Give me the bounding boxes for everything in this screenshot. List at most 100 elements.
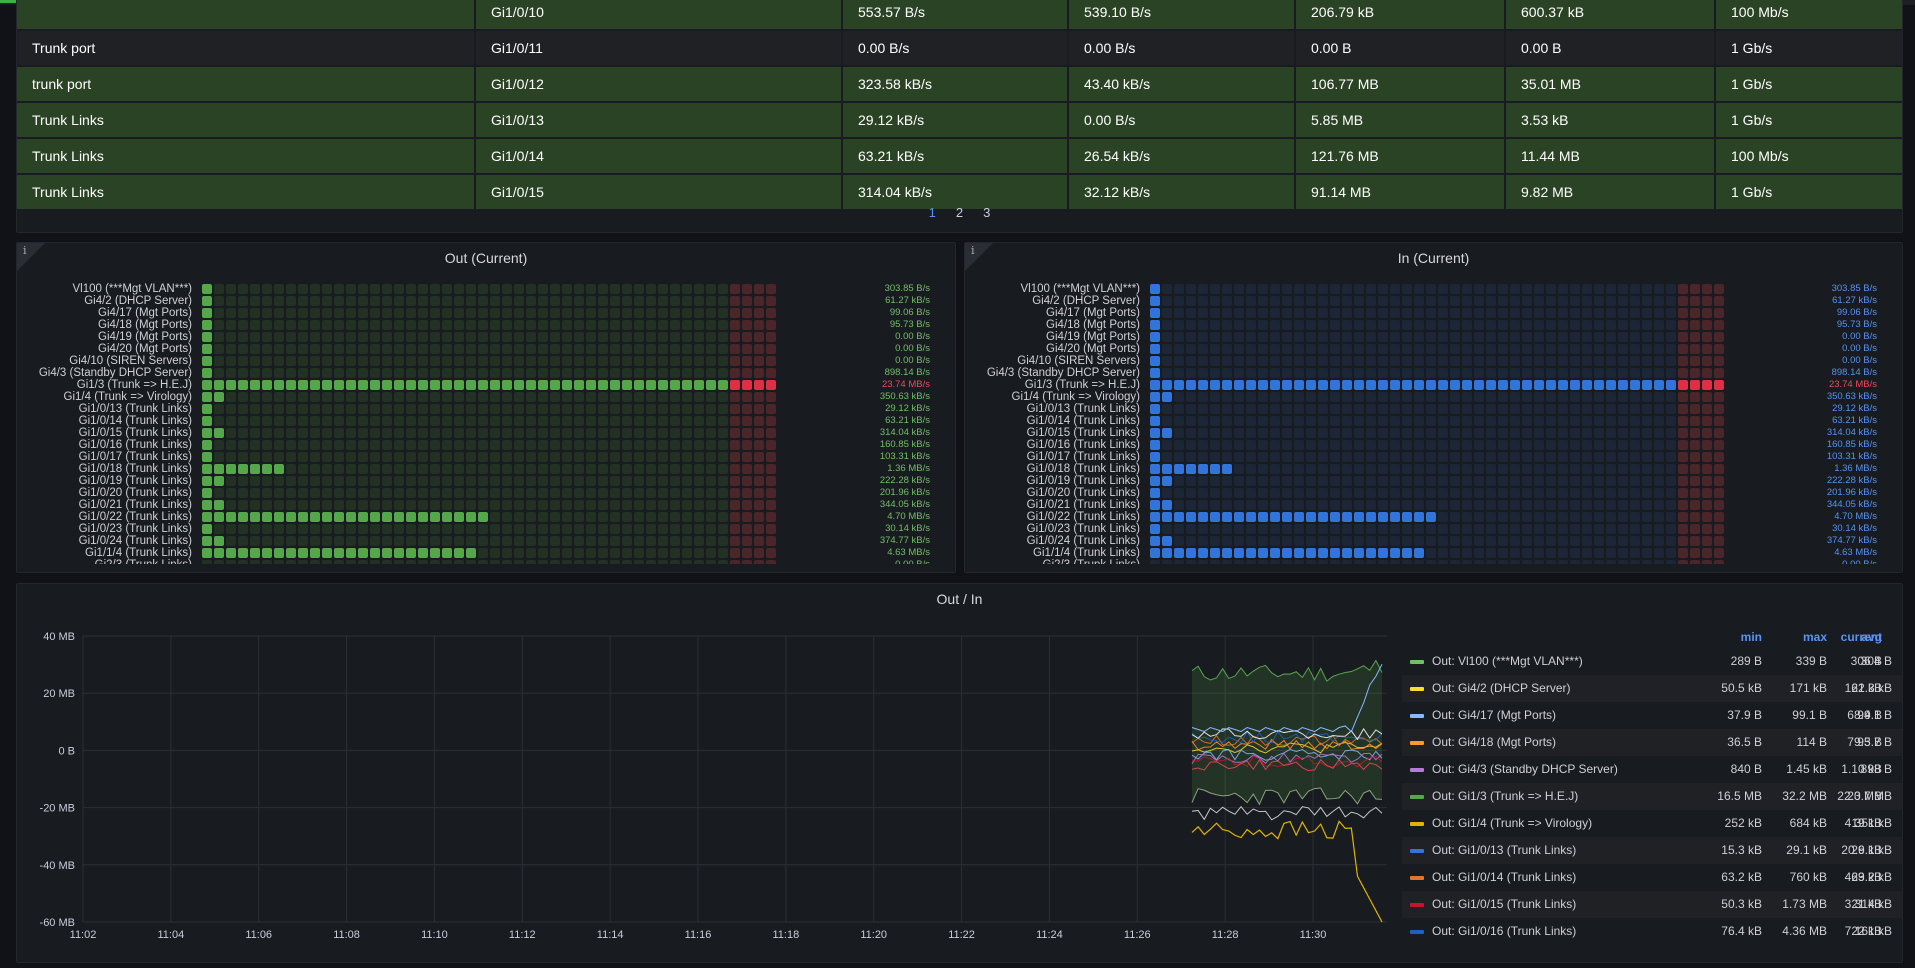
table-row[interactable]: Trunk Links Gi1/0/13 29.12 kB/s 0.00 B/s 5.8… bbox=[17, 103, 1902, 137]
legend-current-value: 898 B bbox=[1860, 762, 1892, 776]
status-cell-row[interactable] bbox=[202, 403, 778, 415]
status-cell-row[interactable] bbox=[1150, 403, 1726, 415]
status-cell-row[interactable] bbox=[1150, 535, 1726, 547]
status-cell-row[interactable] bbox=[202, 475, 778, 487]
status-cell-row[interactable] bbox=[202, 463, 778, 475]
status-row-value: 350.63 kB/s bbox=[879, 391, 930, 402]
status-cell-row[interactable] bbox=[202, 427, 778, 439]
status-cell-row[interactable] bbox=[1150, 475, 1726, 487]
legend-max-header[interactable]: max bbox=[1767, 630, 1827, 644]
status-cell-row[interactable] bbox=[1150, 295, 1726, 307]
status-cell-row[interactable] bbox=[1150, 427, 1726, 439]
status-cell-row[interactable] bbox=[1150, 367, 1726, 379]
status-row-value: 0.00 B/s bbox=[1842, 355, 1877, 366]
panel-title[interactable]: In (Current) bbox=[965, 250, 1902, 266]
legend-current-value: 304 B bbox=[1860, 654, 1892, 668]
legend-item[interactable]: Out: Gi4/17 (Mgt Ports) 37.9 B 99.1 B 68.4 … bbox=[1402, 702, 1902, 729]
legend-item[interactable]: Out: Gi1/0/15 (Trunk Links) 50.3 kB 1.73 M… bbox=[1402, 891, 1902, 918]
status-cell-row[interactable] bbox=[202, 283, 778, 295]
status-cell-row[interactable] bbox=[202, 391, 778, 403]
legend-series-name[interactable]: Out: Gi1/0/13 (Trunk Links) bbox=[1432, 837, 1576, 864]
status-cell-row[interactable] bbox=[202, 295, 778, 307]
status-cell-row[interactable] bbox=[1150, 391, 1726, 403]
status-cell-row[interactable] bbox=[202, 499, 778, 511]
status-cell-row[interactable] bbox=[1150, 283, 1726, 295]
legend-series-name[interactable]: Out: Gi1/0/15 (Trunk Links) bbox=[1432, 891, 1576, 918]
status-row-value: 61.27 kB/s bbox=[885, 295, 930, 306]
status-cell-row[interactable] bbox=[1150, 487, 1726, 499]
status-cell-row[interactable] bbox=[202, 331, 778, 343]
status-cell-row[interactable] bbox=[1150, 547, 1726, 559]
status-cell-row[interactable] bbox=[202, 547, 778, 559]
status-cell-row[interactable] bbox=[1150, 343, 1726, 355]
legend-item[interactable]: Out: Gi4/2 (DHCP Server) 50.5 kB 171 kB 122… bbox=[1402, 675, 1902, 702]
status-cell-row[interactable] bbox=[202, 307, 778, 319]
status-cell-row[interactable] bbox=[202, 379, 778, 391]
status-cell-row[interactable] bbox=[1150, 307, 1726, 319]
status-row-value: 0.00 B/s bbox=[1842, 331, 1877, 342]
legend-series-name[interactable]: Out: Gi4/3 (Standby DHCP Server) bbox=[1432, 756, 1618, 783]
legend-series-name[interactable]: Out: Vl100 (***Mgt VLAN***) bbox=[1432, 648, 1583, 675]
legend-item[interactable]: Out: Gi1/3 (Trunk => H.E.J) 16.5 MB 32.2 M… bbox=[1402, 783, 1902, 810]
legend-series-name[interactable]: Out: Gi4/2 (DHCP Server) bbox=[1432, 675, 1570, 702]
legend-item[interactable]: Out: Gi1/0/16 (Trunk Links) 76.4 kB 4.36 M… bbox=[1402, 918, 1902, 945]
table-row[interactable]: trunk port Gi1/0/12 323.58 kB/s 43.40 kB/s 1… bbox=[17, 67, 1902, 101]
status-cell-row[interactable] bbox=[202, 343, 778, 355]
status-cell-row[interactable] bbox=[1150, 355, 1726, 367]
status-row-label: Gi1/0/15 (Trunk Links) bbox=[78, 427, 192, 439]
table-row[interactable]: Trunk Links Gi1/0/14 63.21 kB/s 26.54 kB/s 1… bbox=[17, 139, 1902, 173]
panel-title[interactable]: Out (Current) bbox=[17, 250, 955, 266]
status-cell-row[interactable] bbox=[202, 511, 778, 523]
legend-min-value: 15.3 kB bbox=[1721, 843, 1762, 857]
status-cell-row[interactable] bbox=[202, 415, 778, 427]
legend-min-value: 50.3 kB bbox=[1721, 897, 1762, 911]
status-cell-row[interactable] bbox=[1150, 511, 1726, 523]
status-cell-row[interactable] bbox=[1150, 451, 1726, 463]
table-row[interactable]: Trunk Links Gi1/0/15 314.04 kB/s 32.12 kB/s… bbox=[17, 175, 1902, 209]
status-row-value: 160.85 kB/s bbox=[1826, 439, 1877, 450]
legend-item[interactable]: Out: Gi4/18 (Mgt Ports) 36.5 B 114 B 79.3 B… bbox=[1402, 729, 1902, 756]
legend-series-name[interactable]: Out: Gi4/18 (Mgt Ports) bbox=[1432, 729, 1556, 756]
page-button-1[interactable]: 1 bbox=[929, 205, 936, 220]
status-row-value: 29.12 kB/s bbox=[1832, 403, 1877, 414]
status-cell-row[interactable] bbox=[1150, 331, 1726, 343]
status-cell-row[interactable] bbox=[1150, 415, 1726, 427]
status-cell-row[interactable] bbox=[202, 319, 778, 331]
status-cell-row[interactable] bbox=[1150, 463, 1726, 475]
status-row-label: Gi1/0/14 (Trunk Links) bbox=[78, 415, 192, 427]
status-cell-row[interactable] bbox=[1150, 379, 1726, 391]
status-cell-row[interactable] bbox=[202, 355, 778, 367]
status-cell-row[interactable] bbox=[1150, 439, 1726, 451]
status-cell-row[interactable] bbox=[1150, 523, 1726, 535]
status-row-label: Gi1/0/15 (Trunk Links) bbox=[1026, 427, 1140, 439]
status-cell-row[interactable] bbox=[202, 535, 778, 547]
y-tick-label: -20 MB bbox=[40, 803, 75, 815]
status-cell-row[interactable] bbox=[202, 451, 778, 463]
status-cell-row[interactable] bbox=[1150, 319, 1726, 331]
status-cell-row[interactable] bbox=[202, 487, 778, 499]
table-cell-speed: 100 Mb/s bbox=[1716, 0, 1902, 29]
status-cell-row[interactable] bbox=[1150, 499, 1726, 511]
legend-item[interactable]: Out: Vl100 (***Mgt VLAN***) 289 B 339 B 306… bbox=[1402, 648, 1902, 675]
legend-min-header[interactable]: min bbox=[1702, 630, 1762, 644]
page-button-2[interactable]: 2 bbox=[956, 205, 963, 220]
status-cell-row[interactable] bbox=[202, 367, 778, 379]
legend-series-name[interactable]: Out: Gi1/0/16 (Trunk Links) bbox=[1432, 918, 1576, 945]
status-row-value: 4.63 MB/s bbox=[887, 547, 930, 558]
status-cell-row[interactable] bbox=[202, 439, 778, 451]
page-button-3[interactable]: 3 bbox=[983, 205, 990, 220]
table-row[interactable]: Gi1/0/10 553.57 B/s 539.10 B/s 206.79 kB 600… bbox=[17, 0, 1902, 29]
legend-series-name[interactable]: Out: Gi1/4 (Trunk => Virology) bbox=[1432, 810, 1592, 837]
legend-item[interactable]: Out: Gi1/0/14 (Trunk Links) 63.2 kB 760 kB… bbox=[1402, 864, 1902, 891]
table-row[interactable]: Trunk port Gi1/0/11 0.00 B/s 0.00 B/s 0.00 B… bbox=[17, 31, 1902, 65]
timeseries-plot[interactable]: 40 MB 20 MB 0 B -20 MB -40 MB -60 MB11:02 11:0… bbox=[17, 584, 1402, 963]
legend-series-name[interactable]: Out: Gi1/3 (Trunk => H.E.J) bbox=[1432, 783, 1578, 810]
status-cell-row[interactable] bbox=[202, 523, 778, 535]
legend-series-name[interactable]: Out: Gi4/17 (Mgt Ports) bbox=[1432, 702, 1556, 729]
legend-item[interactable]: Out: Gi1/0/13 (Trunk Links) 15.3 kB 29.1 k… bbox=[1402, 837, 1902, 864]
table-cell-out-rate: 0.00 B/s bbox=[1069, 103, 1296, 137]
legend-item[interactable]: Out: Gi1/4 (Trunk => Virology) 252 kB 684 … bbox=[1402, 810, 1902, 837]
legend-item[interactable]: Out: Gi4/3 (Standby DHCP Server) 840 B 1.4… bbox=[1402, 756, 1902, 783]
legend-series-name[interactable]: Out: Gi1/0/14 (Trunk Links) bbox=[1432, 864, 1576, 891]
x-tick-label: 11:16 bbox=[685, 929, 712, 941]
